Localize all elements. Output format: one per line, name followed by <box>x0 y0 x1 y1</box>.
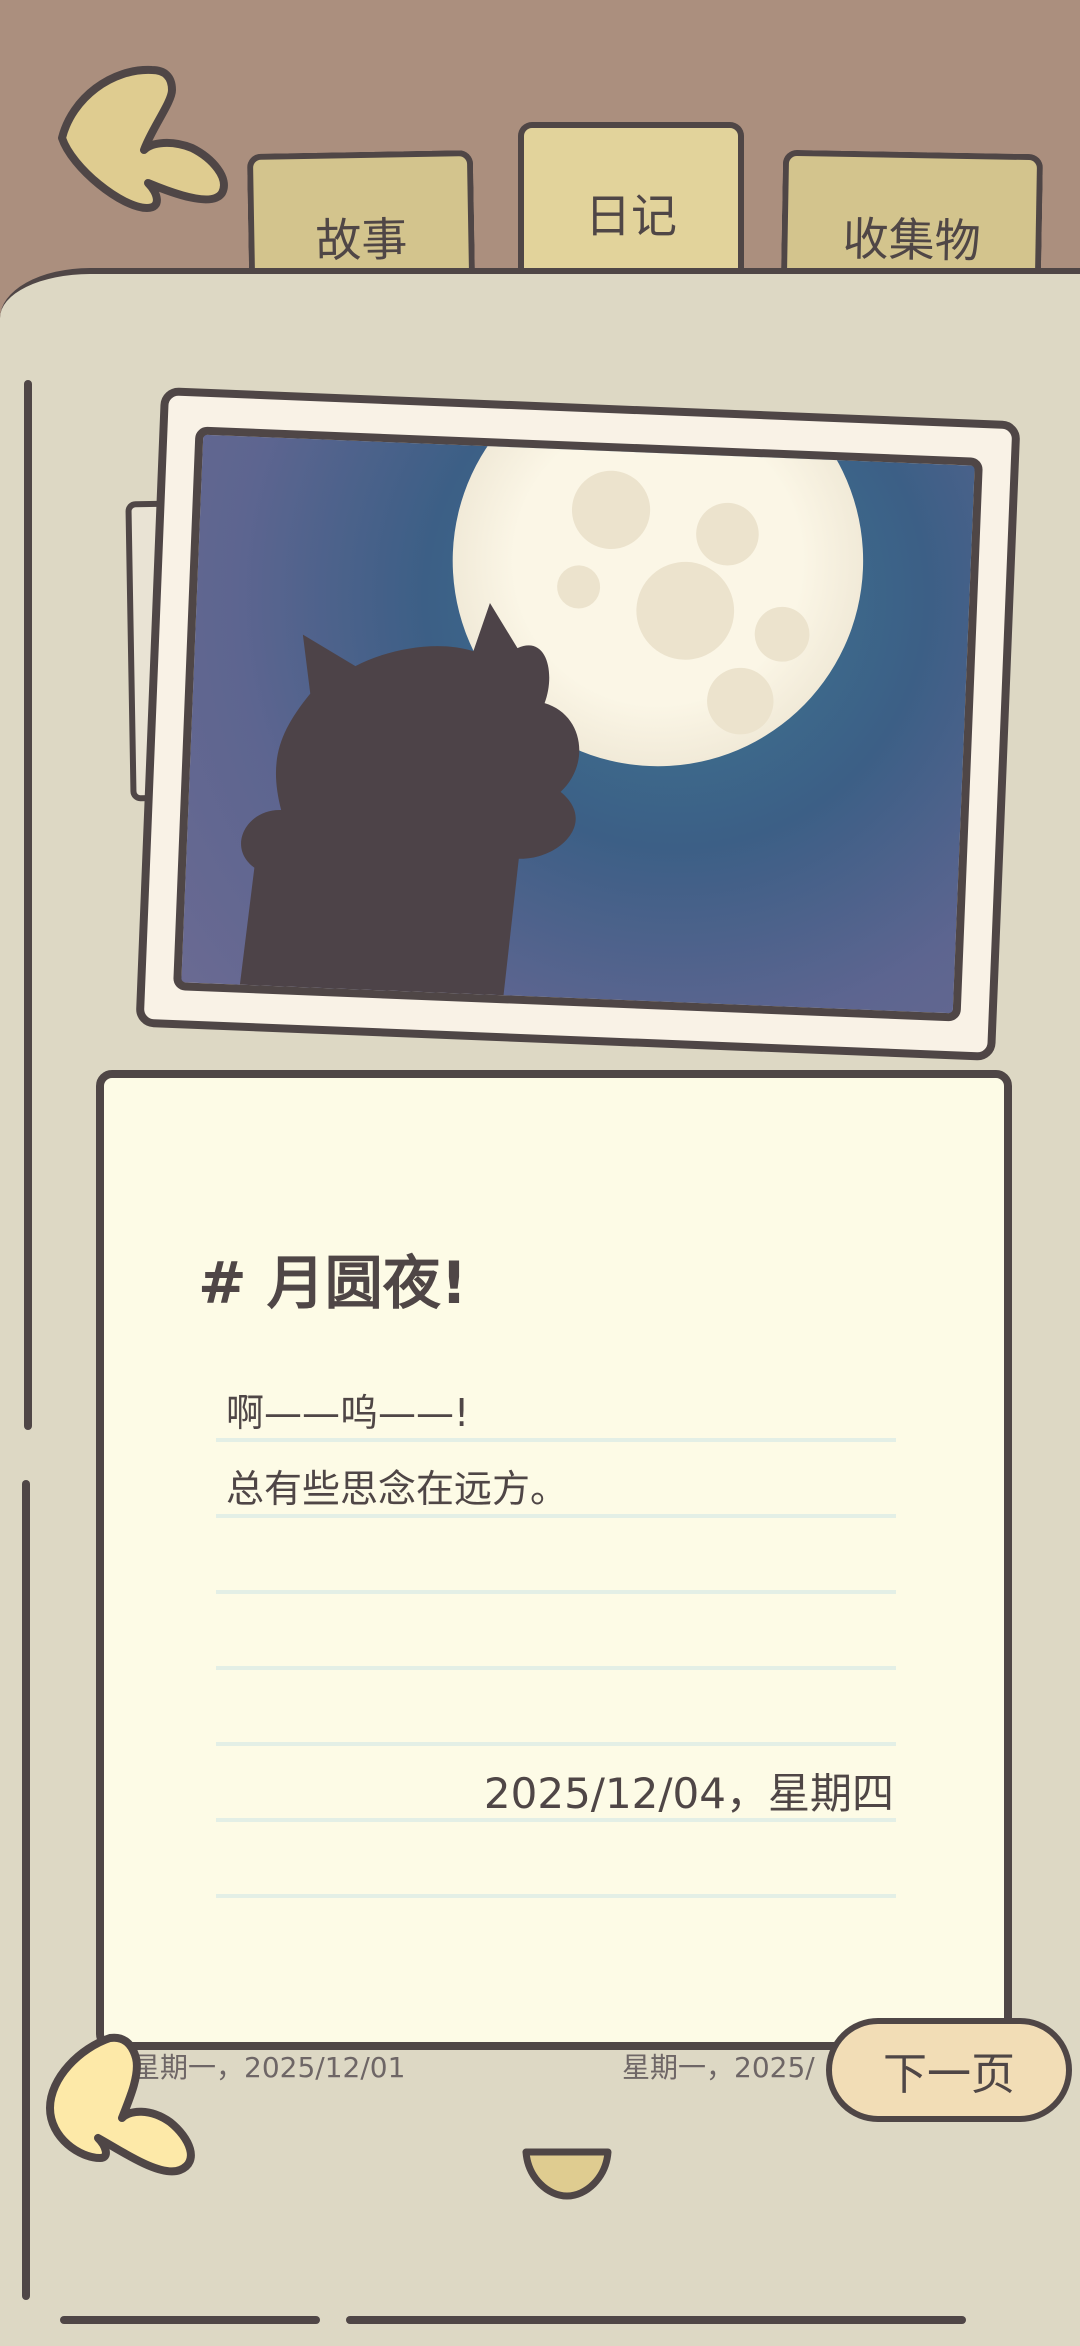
book-bottom-line <box>60 2316 320 2324</box>
next-page-label: 下一页 <box>883 2049 1015 2100</box>
entry-line-2: 总有些思念在远方。 <box>226 1467 569 1511</box>
tab-diary[interactable]: 日记 <box>518 122 744 282</box>
ruled-line <box>216 1894 896 1898</box>
tab-story-label: 故事 <box>314 212 408 268</box>
book-spine-line <box>24 380 32 1430</box>
photo-frame[interactable] <box>135 387 1021 1061</box>
ruled-line <box>216 1742 896 1746</box>
book-spine-line <box>22 1480 30 2300</box>
ruled-line <box>216 1590 896 1594</box>
tab-diary-label: 日记 <box>585 189 677 243</box>
entry-date: 2025/12/04，星期四 <box>483 1769 894 1818</box>
diary-entry-card: # 月圆夜! 啊——呜——! 总有些思念在远方。 2025/12/04，星期四 <box>96 1070 1012 2050</box>
prev-page-arrow-icon[interactable] <box>40 2028 210 2188</box>
entry-line-1: 啊——呜——! <box>226 1391 470 1435</box>
entry-title: # 月圆夜! <box>198 1249 468 1317</box>
down-chevron-icon[interactable] <box>520 2144 614 2202</box>
ruled-line <box>216 1514 896 1518</box>
photo-image <box>173 426 983 1022</box>
tab-collections-label: 收集物 <box>842 211 982 269</box>
moon-night-illustration <box>239 426 864 996</box>
behind-date-right: 星期一，2025/ <box>622 2051 815 2084</box>
next-page-button[interactable]: 下一页 <box>826 2018 1072 2122</box>
ruled-line <box>216 1438 896 1442</box>
back-arrow-icon[interactable] <box>52 58 232 228</box>
ruled-line <box>216 1666 896 1670</box>
book-bottom-line <box>346 2316 966 2324</box>
tab-collections[interactable]: 收集物 <box>780 149 1044 285</box>
tab-story[interactable]: 故事 <box>246 150 476 284</box>
